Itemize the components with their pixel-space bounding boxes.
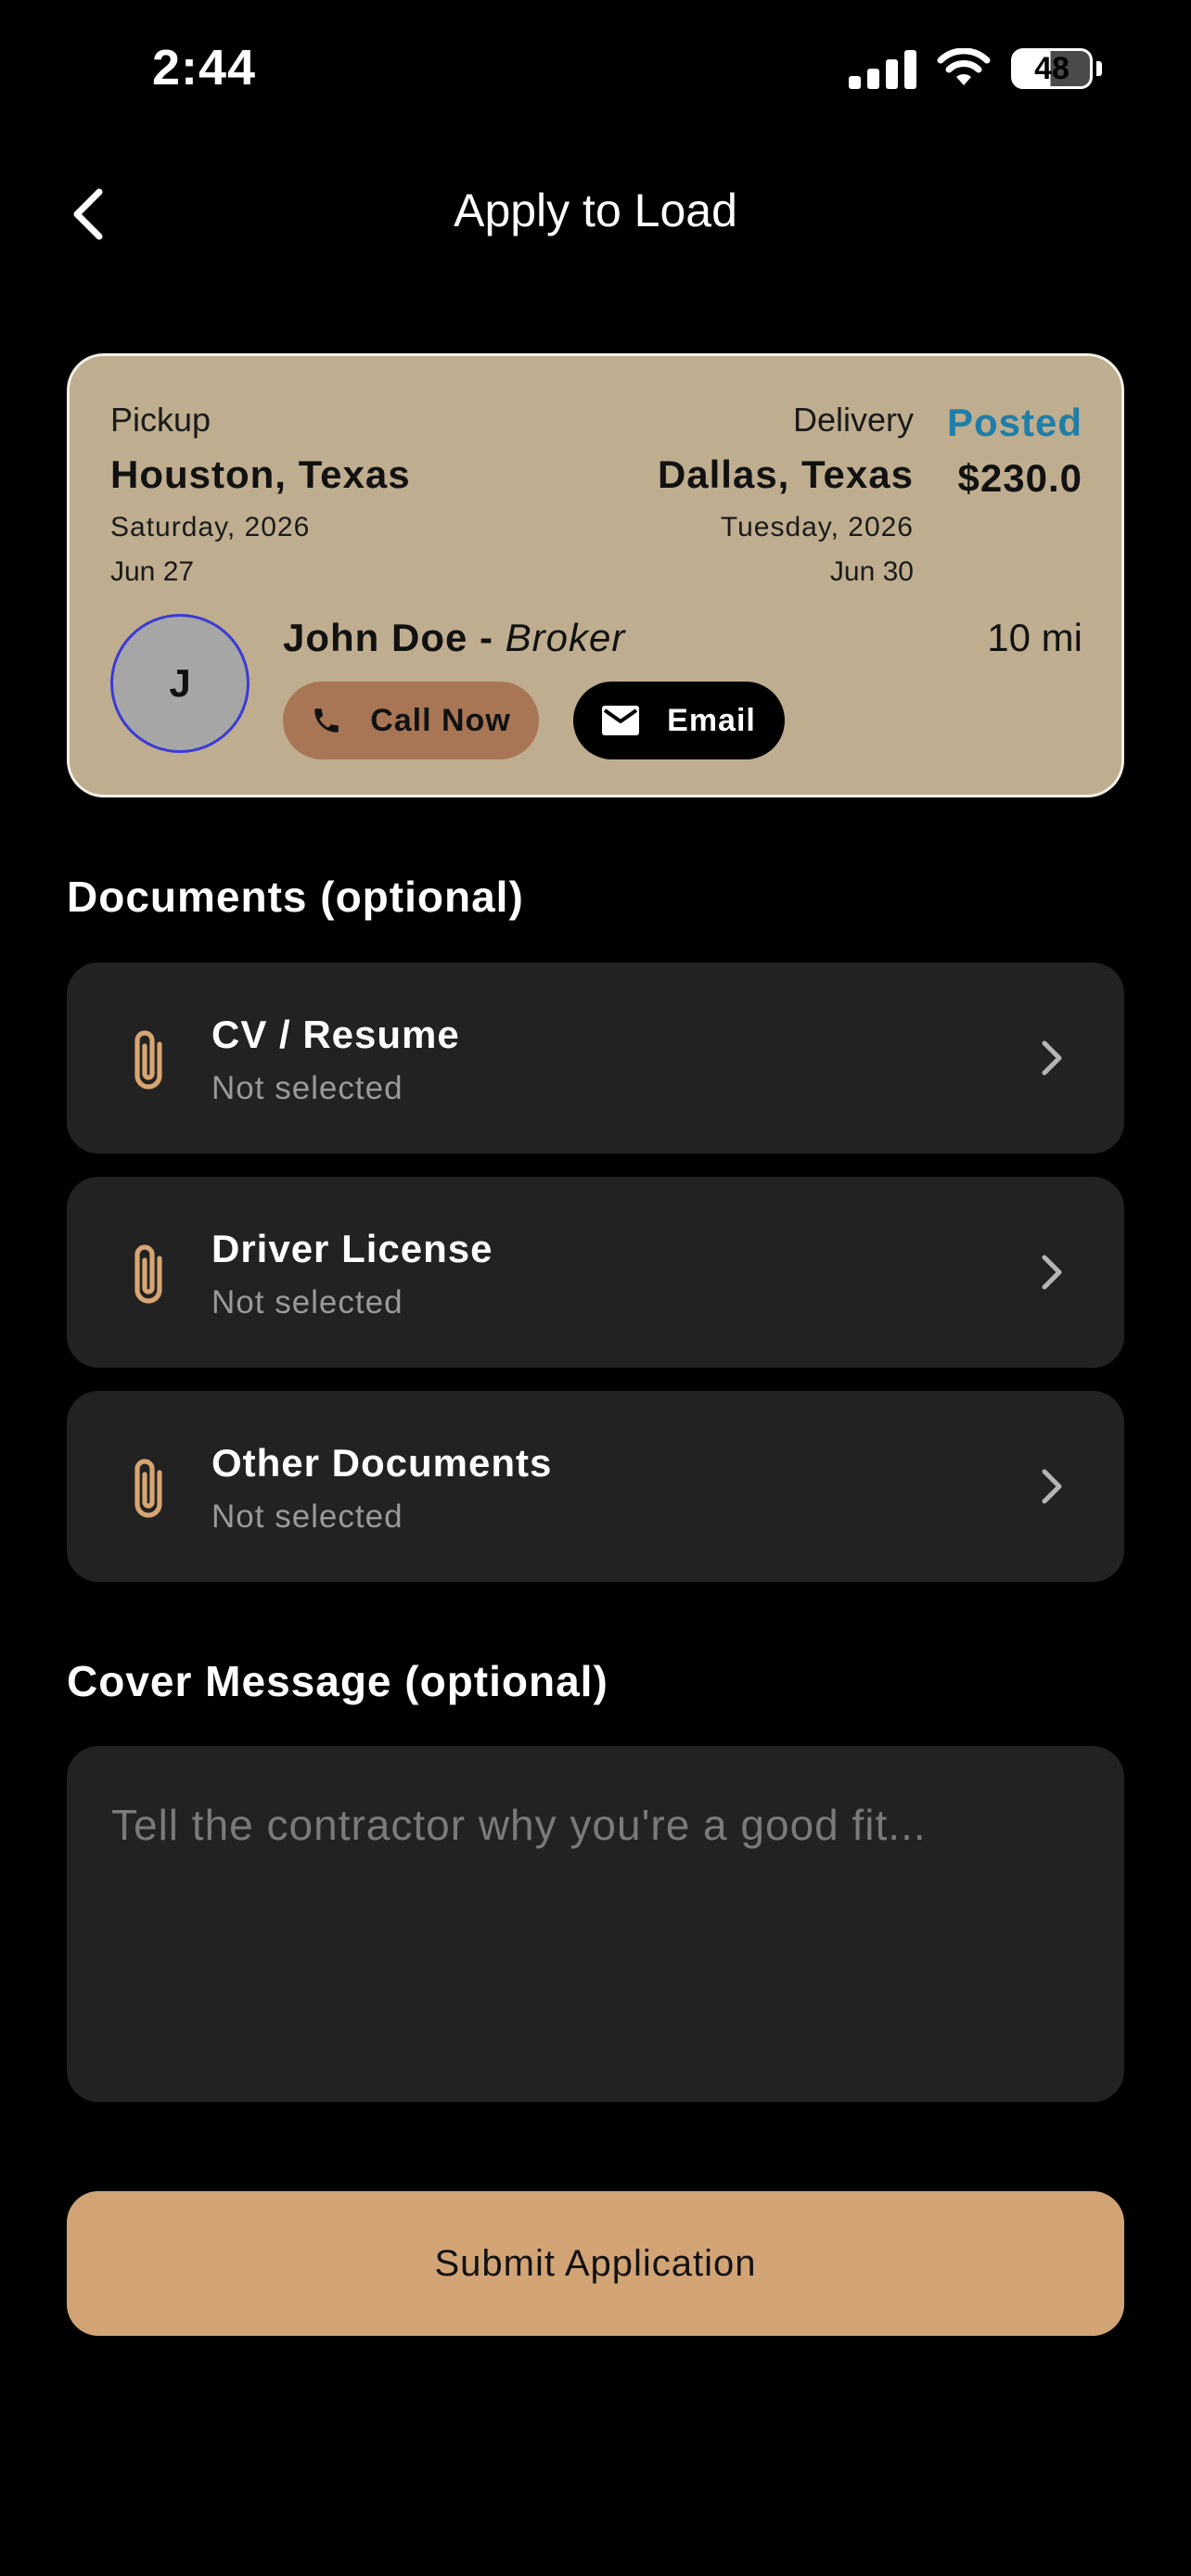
price-block: Posted $230.0 [947, 401, 1082, 501]
documents-section-title: Documents (optional) [67, 873, 524, 921]
pickup-block: Pickup Houston, Texas Saturday, 2026 Jun… [110, 401, 411, 588]
delivery-label: Delivery [792, 401, 914, 439]
call-now-label: Call Now [370, 702, 511, 738]
status-badge: Posted [946, 401, 1082, 444]
document-row-other[interactable]: Other Documents Not selected [67, 1391, 1124, 1582]
signal-icon [849, 48, 916, 89]
document-title: CV / Resume [211, 1013, 460, 1056]
status-time: 2:44 [152, 40, 257, 96]
delivery-day: Tuesday, 2026 [720, 512, 914, 542]
pickup-label: Pickup [110, 401, 211, 439]
broker-name-text: John Doe - [283, 616, 506, 659]
document-status: Not selected [211, 1070, 403, 1106]
pickup-date: Jun 27 [110, 556, 195, 587]
page-title: Apply to Load [454, 185, 737, 236]
paperclip-icon [134, 1459, 162, 1518]
document-title: Other Documents [211, 1441, 553, 1485]
nav-bar: Apply to Load [0, 167, 1191, 260]
battery-icon: 48 [1011, 48, 1102, 89]
chevron-right-icon [1042, 1255, 1062, 1290]
document-row-driver-license[interactable]: Driver License Not selected [67, 1177, 1124, 1368]
paperclip-icon [134, 1244, 162, 1304]
cover-message-title: Cover Message (optional) [67, 1657, 608, 1705]
load-price: $230.0 [957, 456, 1082, 500]
status-bar: 2:44 48 [0, 0, 1191, 139]
cover-message-input[interactable] [67, 1746, 1124, 2102]
delivery-block: Delivery Dallas, Texas Tuesday, 2026 Jun… [658, 401, 914, 588]
broker-name: John Doe - Broker [283, 616, 625, 660]
wifi-icon [937, 48, 991, 85]
chevron-right-icon [1042, 1040, 1062, 1076]
document-status: Not selected [211, 1284, 403, 1320]
status-icons: 48 [849, 48, 1102, 89]
paperclip-icon [134, 1030, 162, 1090]
phone-icon [314, 708, 339, 733]
document-status: Not selected [211, 1498, 403, 1535]
document-title: Driver License [211, 1227, 493, 1270]
email-label: Email [667, 702, 756, 738]
delivery-date: Jun 30 [829, 556, 914, 587]
pickup-day: Saturday, 2026 [110, 512, 311, 542]
call-now-button[interactable]: Call Now [283, 682, 539, 759]
chevron-right-icon [1042, 1469, 1062, 1504]
avatar: J [110, 614, 250, 753]
battery-level: 48 [1011, 48, 1093, 89]
battery-text: 48 [1034, 50, 1069, 86]
mail-icon [602, 706, 640, 735]
load-card: Pickup Houston, Texas Saturday, 2026 Jun… [67, 353, 1124, 797]
broker-role: Broker [505, 616, 626, 659]
battery-tip [1096, 61, 1102, 76]
pickup-city: Houston, Texas [110, 453, 411, 496]
submit-application-button[interactable]: Submit Application [67, 2191, 1124, 2336]
email-button[interactable]: Email [573, 682, 785, 759]
delivery-city: Dallas, Texas [657, 453, 914, 496]
distance: 10 mi [987, 616, 1082, 659]
document-row-cv[interactable]: CV / Resume Not selected [67, 963, 1124, 1154]
submit-label: Submit Application [434, 2242, 757, 2284]
